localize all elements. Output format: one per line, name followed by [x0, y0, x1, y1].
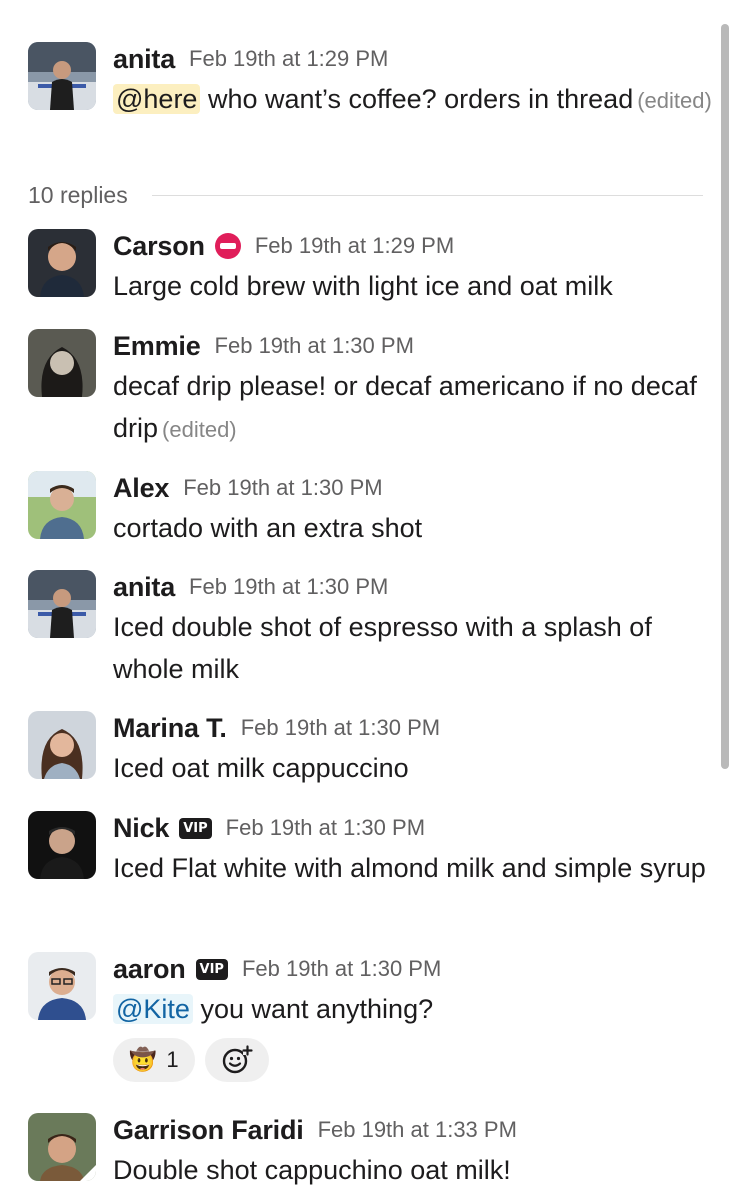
timestamp[interactable]: Feb 19th at 1:30 PM [183, 475, 382, 501]
add-reaction-button[interactable] [204, 1038, 269, 1082]
message-text: @Kite you want anything? [113, 988, 713, 1030]
message-body: you want anything? [192, 994, 434, 1024]
avatar[interactable] [28, 1113, 96, 1181]
vip-badge: VIP [195, 958, 228, 980]
author-name[interactable]: Alex [113, 473, 169, 504]
timestamp[interactable]: Feb 19th at 1:33 PM [318, 1117, 517, 1143]
timestamp[interactable]: Feb 19th at 1:29 PM [255, 233, 454, 259]
reactions-bar: 🤠 1 [113, 1038, 713, 1082]
message-text: @here who want’s coffee? orders in threa… [113, 78, 713, 122]
message-body: who want’s coffee? orders in thread [200, 84, 634, 114]
timestamp[interactable]: Feb 19th at 1:30 PM [241, 715, 440, 741]
replies-divider: 10 replies [28, 178, 703, 212]
edited-label: (edited) [162, 417, 237, 442]
author-name[interactable]: anita [113, 44, 175, 75]
avatar[interactable] [28, 42, 96, 110]
avatar[interactable] [28, 471, 96, 539]
user-mention[interactable]: @Kite [113, 994, 193, 1024]
avatar[interactable] [28, 711, 96, 779]
avatar[interactable] [28, 952, 96, 1020]
reaction-pill[interactable]: 🤠 1 [113, 1038, 195, 1082]
replies-count: 10 replies [28, 181, 128, 208]
timestamp[interactable]: Feb 19th at 1:30 PM [226, 815, 425, 841]
author-name[interactable]: Carson [113, 231, 205, 262]
timestamp[interactable]: Feb 19th at 1:30 PM [189, 574, 388, 600]
message-text: Iced Flat white with almond milk and sim… [113, 853, 706, 883]
timestamp[interactable]: Feb 19th at 1:30 PM [242, 956, 441, 982]
edited-label: (edited) [637, 88, 712, 113]
message-text: decaf drip please! or decaf americano if… [113, 365, 713, 451]
here-mention[interactable]: @here [113, 84, 201, 114]
timestamp[interactable]: Feb 19th at 1:29 PM [189, 46, 388, 72]
author-name[interactable]: Nick [113, 813, 169, 844]
timestamp[interactable]: Feb 19th at 1:30 PM [215, 333, 414, 359]
message-text: Iced double shot of espresso with a spla… [113, 612, 652, 684]
avatar[interactable] [28, 811, 96, 879]
message-text: Large cold brew with light ice and oat m… [113, 271, 613, 301]
add-reaction-icon [222, 1045, 253, 1074]
vip-badge: VIP [179, 817, 212, 839]
message-text: Iced oat milk cappuccino [113, 753, 409, 783]
author-name[interactable]: Garrison Faridi [113, 1115, 304, 1146]
reaction-count: 1 [166, 1047, 179, 1072]
author-name[interactable]: Marina T. [113, 713, 227, 744]
scrollbar[interactable] [721, 24, 729, 769]
do-not-disturb-icon [214, 233, 241, 259]
message-text: Double shot cappuchino oat milk! [113, 1155, 511, 1185]
author-name[interactable]: aaron [113, 954, 186, 985]
message-text: cortado with an extra shot [113, 513, 423, 543]
author-name[interactable]: anita [113, 572, 175, 603]
avatar[interactable] [28, 229, 96, 297]
divider-line [151, 194, 703, 196]
avatar[interactable] [28, 570, 96, 638]
author-name[interactable]: Emmie [113, 331, 201, 362]
avatar[interactable] [28, 329, 96, 397]
cowboy-face-icon: 🤠 [129, 1047, 157, 1073]
